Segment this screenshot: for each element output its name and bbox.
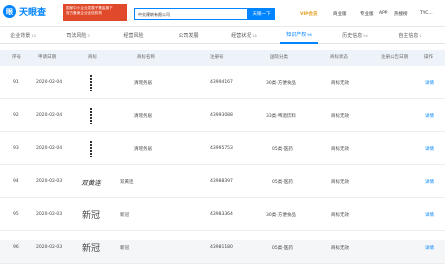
- table-row: 96 2020-02-03 新冠 新冠 43981180 05类-医药 商标无效…: [0, 231, 445, 264]
- col-class: 国际分类: [270, 55, 288, 60]
- col-announce-date: 注册公告日期: [381, 55, 408, 60]
- row-reg-no: 43994167: [210, 80, 233, 85]
- row-reg-no: 43988397: [210, 179, 233, 184]
- trademark-image[interactable]: [80, 137, 102, 160]
- nav-app[interactable]: APP: [379, 11, 388, 19]
- row-trademark-name: 清瑶务居: [134, 113, 152, 119]
- nav-vip[interactable]: VIP会员: [300, 11, 317, 19]
- search-input[interactable]: 中交建筑有限公司: [134, 8, 248, 20]
- logo-text: 天眼查: [19, 8, 47, 18]
- row-apply-date: 2020-02-04: [36, 80, 63, 85]
- row-status: 商标无效: [331, 113, 349, 119]
- row-detail-link[interactable]: 详情: [425, 198, 434, 231]
- row-class: 05类-医药: [272, 179, 293, 185]
- row-status: 商标无效: [331, 179, 349, 185]
- logo-icon: 眼: [3, 5, 16, 18]
- row-index: 96: [13, 245, 19, 250]
- row-apply-date: 2020-02-03: [36, 212, 63, 217]
- nav-business[interactable]: 商业版: [333, 11, 347, 19]
- banner-line: 官方备案企业征信机构: [66, 11, 102, 15]
- row-detail-link[interactable]: 详情: [425, 99, 434, 132]
- table-row: 91 2020-02-04 清瑶务居 43994167 30类-方便食品 商标无…: [0, 66, 445, 99]
- tab-self-info[interactable]: 自主信息 1: [391, 27, 429, 44]
- row-detail-link[interactable]: 详情: [425, 165, 434, 198]
- row-status: 商标无效: [331, 212, 349, 218]
- row-index: 94: [13, 179, 19, 184]
- row-class: 30类-方便食品: [266, 212, 296, 218]
- section-tabs: 企业背景 13 司法风险 3 经营风险 公司发展 经营状况 16 知识产权 96 历史信…: [0, 27, 445, 44]
- row-apply-date: 2020-02-04: [36, 113, 63, 118]
- table-header: 序号 申请日期 商标 商标名称 注册号 国际分类 商标状态 注册公告日期 操作: [0, 50, 445, 66]
- row-index: 95: [13, 212, 19, 217]
- table-row: 92 2020-02-04 清瑶务居 43993088 33类-啤酒饮料 商标无…: [0, 99, 445, 132]
- col-trademark: 商标: [88, 55, 97, 60]
- row-index: 91: [13, 80, 19, 85]
- trademark-image[interactable]: [80, 71, 102, 94]
- search-button[interactable]: 天眼一下: [248, 8, 275, 20]
- trademark-image[interactable]: [80, 104, 102, 127]
- row-index: 93: [13, 146, 19, 151]
- table-row: 94 2020-02-03 双黄连 双黄连 43988397 05类-医药 商标…: [0, 165, 445, 198]
- row-detail-link[interactable]: 详情: [425, 231, 434, 264]
- row-class: 05类-医药: [272, 146, 293, 152]
- row-class: 05类-医药: [272, 245, 293, 251]
- row-status: 商标无效: [331, 80, 349, 86]
- row-status: 商标无效: [331, 146, 349, 152]
- row-detail-link[interactable]: 详情: [425, 132, 434, 165]
- trademark-wordmark: 新冠: [81, 211, 100, 221]
- trademark-vertical-text-icon: [90, 74, 92, 91]
- row-reg-no: 43983364: [210, 212, 233, 217]
- tab-judicial-risk[interactable]: 司法风险 3: [59, 27, 97, 44]
- row-reg-no: 43995753: [210, 146, 233, 151]
- col-apply-date: 申请日期: [38, 55, 56, 60]
- tab-intellectual-property[interactable]: 知识产权 96: [280, 27, 318, 44]
- col-index: 序号: [12, 55, 21, 60]
- row-trademark-name: 新冠: [120, 212, 129, 218]
- tab-history[interactable]: 历史信息 54: [336, 27, 374, 44]
- row-index: 92: [13, 113, 19, 118]
- col-reg-no: 注册号: [210, 55, 224, 60]
- promo-banner[interactable]: 国家中小企业发展子基金旗下 官方备案企业征信机构: [63, 4, 127, 21]
- trademark-image[interactable]: 双黄连: [80, 170, 102, 193]
- row-reg-no: 43981180: [210, 245, 233, 250]
- tab-operating-status[interactable]: 经营状况 16: [225, 27, 263, 44]
- top-header: 眼 天眼查 国家中小企业发展子基金旗下 官方备案企业征信机构 中交建筑有限公司 …: [0, 0, 445, 27]
- site-logo[interactable]: 眼 天眼查: [3, 4, 58, 19]
- tab-company-background[interactable]: 企业背景 13: [4, 27, 42, 44]
- col-status: 商标状态: [330, 55, 348, 60]
- nav-user[interactable]: TYC...: [420, 11, 433, 19]
- row-apply-date: 2020-02-03: [36, 245, 63, 250]
- row-class: 33类-啤酒饮料: [266, 113, 296, 119]
- col-action: 操作: [424, 55, 433, 60]
- table-row: 95 2020-02-03 新冠 新冠 43983364 30类-方便食品 商标…: [0, 198, 445, 231]
- row-trademark-name: 双黄连: [120, 179, 134, 185]
- nav-hotline[interactable]: 热搜榜: [394, 11, 408, 19]
- tab-operating-risk[interactable]: 经营风险: [115, 27, 153, 44]
- nav-pro[interactable]: 专业版: [360, 11, 374, 19]
- trademark-image[interactable]: 新冠: [80, 236, 102, 259]
- trademark-image[interactable]: 新冠: [80, 203, 102, 226]
- row-trademark-name: 新冠: [120, 245, 129, 251]
- trademark-vertical-text-icon: [90, 107, 92, 124]
- row-reg-no: 43993088: [210, 113, 233, 118]
- row-class: 30类-方便食品: [266, 80, 296, 86]
- tab-company-development[interactable]: 公司发展: [170, 27, 208, 44]
- table-row: 93 2020-02-04 清瑶务居 43995753 05类-医药 商标无效 …: [0, 132, 445, 165]
- trademark-wordmark: 新冠: [81, 244, 100, 254]
- row-status: 商标无效: [331, 245, 349, 251]
- row-trademark-name: 清瑶务居: [134, 146, 152, 152]
- row-apply-date: 2020-02-03: [36, 179, 63, 184]
- row-detail-link[interactable]: 详情: [425, 66, 434, 99]
- col-trademark-name: 商标名称: [137, 55, 155, 60]
- row-apply-date: 2020-02-04: [36, 146, 63, 151]
- trademark-vertical-text-icon: [90, 140, 92, 157]
- trademark-script-text: 双黄连: [81, 178, 101, 187]
- row-trademark-name: 清瑶务居: [134, 80, 152, 86]
- trademark-table: 序号 申请日期 商标 商标名称 注册号 国际分类 商标状态 注册公告日期 操作 …: [0, 44, 445, 264]
